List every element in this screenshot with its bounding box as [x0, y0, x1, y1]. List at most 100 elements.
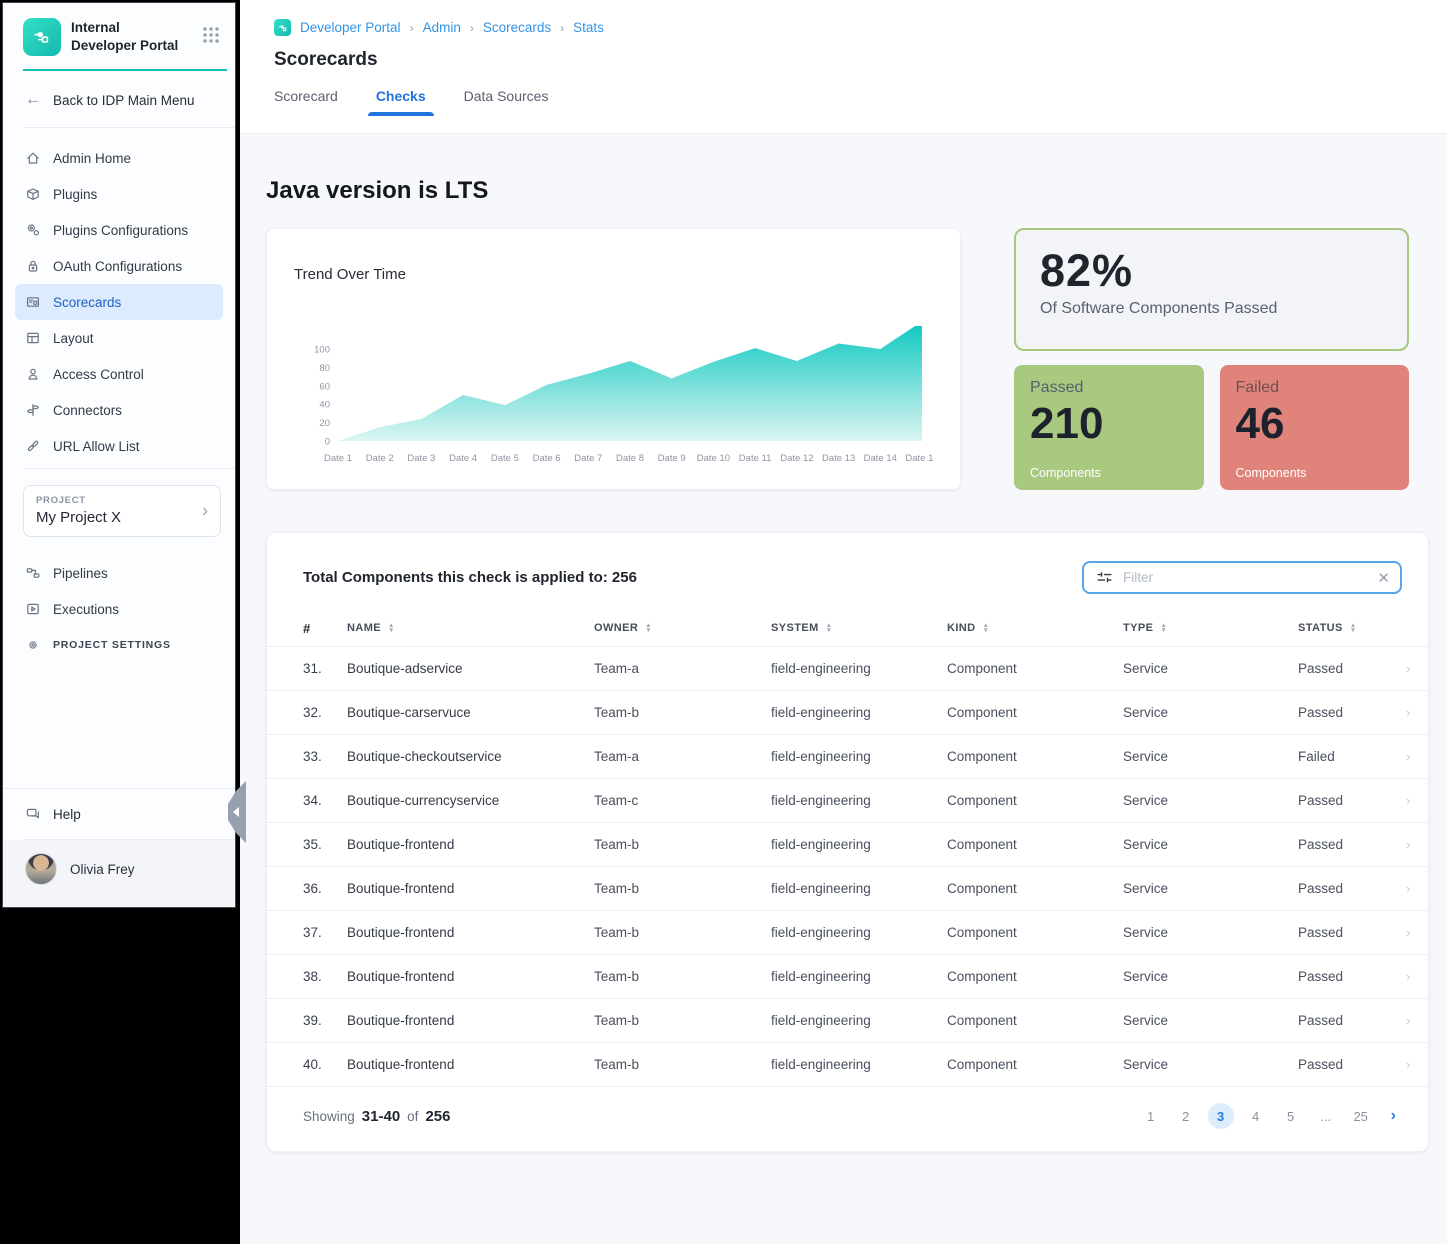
- cell-name: Boutique-adservice: [347, 661, 594, 676]
- cell-name: Boutique-frontend: [347, 969, 594, 984]
- table-row[interactable]: 40.Boutique-frontendTeam-bfield-engineer…: [267, 1042, 1428, 1086]
- cell-name: Boutique-checkoutservice: [347, 749, 594, 764]
- table-row[interactable]: 36.Boutique-frontendTeam-bfield-engineer…: [267, 866, 1428, 910]
- table-row[interactable]: 38.Boutique-frontendTeam-bfield-engineer…: [267, 954, 1428, 998]
- sidebar-item-project-settings[interactable]: PROJECT SETTINGS: [15, 627, 223, 663]
- sidebar-logo-row: Internal Developer Portal: [3, 3, 235, 68]
- table-row[interactable]: 31.Boutique-adserviceTeam-afield-enginee…: [267, 646, 1428, 690]
- user-menu[interactable]: Olivia Frey: [3, 840, 235, 907]
- cell-owner: Team-b: [594, 1013, 771, 1028]
- sidebar-item-label: Admin Home: [53, 151, 131, 166]
- gears-icon: [25, 222, 41, 238]
- layout-icon: [25, 330, 41, 346]
- column-header-system[interactable]: SYSTEM▲▼: [771, 622, 947, 634]
- cell-kind: Component: [947, 1013, 1123, 1028]
- sort-icon[interactable]: ▲▼: [1350, 623, 1357, 633]
- sidebar-item-url-allow-list[interactable]: URL Allow List: [15, 428, 223, 464]
- table-row[interactable]: 35.Boutique-frontendTeam-bfield-engineer…: [267, 822, 1428, 866]
- cell-kind: Component: [947, 705, 1123, 720]
- svg-text:Date 13: Date 13: [822, 453, 855, 464]
- sort-icon[interactable]: ▲▼: [388, 623, 395, 633]
- column-header-owner[interactable]: OWNER▲▼: [594, 622, 771, 634]
- sort-icon[interactable]: ▲▼: [826, 623, 833, 633]
- page-1[interactable]: 1: [1138, 1103, 1164, 1129]
- sidebar-item-connectors[interactable]: Connectors: [15, 392, 223, 428]
- sidebar-item-pipelines[interactable]: Pipelines: [15, 555, 223, 591]
- sidebar-item-oauth-configurations[interactable]: OAuth Configurations: [15, 248, 223, 284]
- sidebar-item-label: Access Control: [53, 367, 144, 382]
- cell-type: Service: [1123, 793, 1298, 808]
- sidebar-item-scorecards[interactable]: Scorecards: [15, 284, 223, 320]
- sidebar: Internal Developer Portal ← Back to IDP …: [2, 2, 236, 908]
- tab-checks[interactable]: Checks: [376, 88, 426, 115]
- cell-num: 39.: [303, 1013, 347, 1028]
- column-header-status[interactable]: STATUS▲▼: [1298, 622, 1406, 634]
- table-row[interactable]: 37.Boutique-frontendTeam-bfield-engineer…: [267, 910, 1428, 954]
- table-row[interactable]: 39.Boutique-frontendTeam-bfield-engineer…: [267, 998, 1428, 1042]
- percent-caption: Of Software Components Passed: [1040, 300, 1383, 318]
- breadcrumb-link-stats[interactable]: Stats: [573, 20, 604, 35]
- next-page-icon[interactable]: ›: [1383, 1107, 1400, 1125]
- breadcrumb-link-developer-portal[interactable]: Developer Portal: [300, 20, 401, 35]
- apps-grid-icon[interactable]: [201, 25, 221, 50]
- tab-data-sources[interactable]: Data Sources: [464, 88, 549, 115]
- cell-status: Passed: [1298, 705, 1406, 720]
- svg-text:Date 2: Date 2: [366, 453, 394, 464]
- scorecard-icon: [25, 294, 41, 310]
- sidebar-item-access-control[interactable]: Access Control: [15, 356, 223, 392]
- sidebar-item-plugins-configurations[interactable]: Plugins Configurations: [15, 212, 223, 248]
- home-icon: [25, 150, 41, 166]
- row-chevron-icon: ›: [1406, 705, 1428, 720]
- page-4[interactable]: 4: [1243, 1103, 1269, 1129]
- box-icon: [25, 186, 41, 202]
- page-3[interactable]: 3: [1208, 1103, 1234, 1129]
- sidebar-item-executions[interactable]: Executions: [15, 591, 223, 627]
- stats-column: 82% Of Software Components Passed Passed…: [1014, 228, 1409, 490]
- svg-text:Date 7: Date 7: [574, 453, 602, 464]
- sidebar-item-label: PROJECT SETTINGS: [53, 639, 171, 651]
- sidebar-item-plugins[interactable]: Plugins: [15, 176, 223, 212]
- table-row[interactable]: 33.Boutique-checkoutserviceTeam-afield-e…: [267, 734, 1428, 778]
- clear-filter-icon[interactable]: ✕: [1377, 569, 1390, 587]
- table-row[interactable]: 34.Boutique-currencyserviceTeam-cfield-e…: [267, 778, 1428, 822]
- sidebar-item-layout[interactable]: Layout: [15, 320, 223, 356]
- page-5[interactable]: 5: [1278, 1103, 1304, 1129]
- cell-status: Passed: [1298, 837, 1406, 852]
- column-header-kind[interactable]: KIND▲▼: [947, 622, 1123, 634]
- page-2[interactable]: 2: [1173, 1103, 1199, 1129]
- project-label: PROJECT: [36, 495, 208, 506]
- table-row[interactable]: 32.Boutique-carservuceTeam-bfield-engine…: [267, 690, 1428, 734]
- svg-text:Date 1: Date 1: [324, 453, 352, 464]
- project-selector[interactable]: PROJECT My Project X ›: [23, 485, 221, 537]
- column-header-name[interactable]: NAME▲▼: [347, 622, 594, 634]
- filter-input[interactable]: [1123, 570, 1367, 585]
- app-title: Internal Developer Portal: [71, 19, 178, 54]
- breadcrumb-link-admin[interactable]: Admin: [423, 20, 461, 35]
- cell-num: 31.: [303, 661, 347, 676]
- column-header-type[interactable]: TYPE▲▼: [1123, 622, 1298, 634]
- cell-owner: Team-c: [594, 793, 771, 808]
- table-body: 31.Boutique-adservice Team-a field-enginee…: [267, 646, 1428, 1086]
- trend-area-chart: 020406080100Date 1Date 2Date 3Date 4Date…: [294, 293, 934, 476]
- sort-icon[interactable]: ▲▼: [1160, 623, 1167, 633]
- tab-scorecard[interactable]: Scorecard: [274, 88, 338, 115]
- content: Java version is LTS Trend Over Time 0204…: [240, 134, 1447, 1152]
- svg-text:Date 3: Date 3: [407, 453, 435, 464]
- column-header-[interactable]: #: [303, 621, 347, 636]
- cell-system: field-engineering: [771, 1013, 947, 1028]
- cell-status: Passed: [1298, 661, 1406, 676]
- filter-sliders-icon[interactable]: [1096, 569, 1113, 586]
- svg-text:Date 5: Date 5: [491, 453, 519, 464]
- sort-icon[interactable]: ▲▼: [983, 623, 990, 633]
- cell-status: Passed: [1298, 793, 1406, 808]
- page-25[interactable]: 25: [1348, 1103, 1374, 1129]
- percent-passed-card: 82% Of Software Components Passed: [1014, 228, 1409, 351]
- sort-icon[interactable]: ▲▼: [645, 623, 652, 633]
- svg-text:20: 20: [319, 418, 330, 429]
- sidebar-item-help[interactable]: Help: [3, 789, 235, 839]
- cell-owner: Team-a: [594, 749, 771, 764]
- sidebar-item-admin-home[interactable]: Admin Home: [15, 140, 223, 176]
- back-to-idp-main-menu[interactable]: ← Back to IDP Main Menu: [3, 71, 235, 127]
- breadcrumb-link-scorecards[interactable]: Scorecards: [483, 20, 551, 35]
- cell-name: Boutique-frontend: [347, 881, 594, 896]
